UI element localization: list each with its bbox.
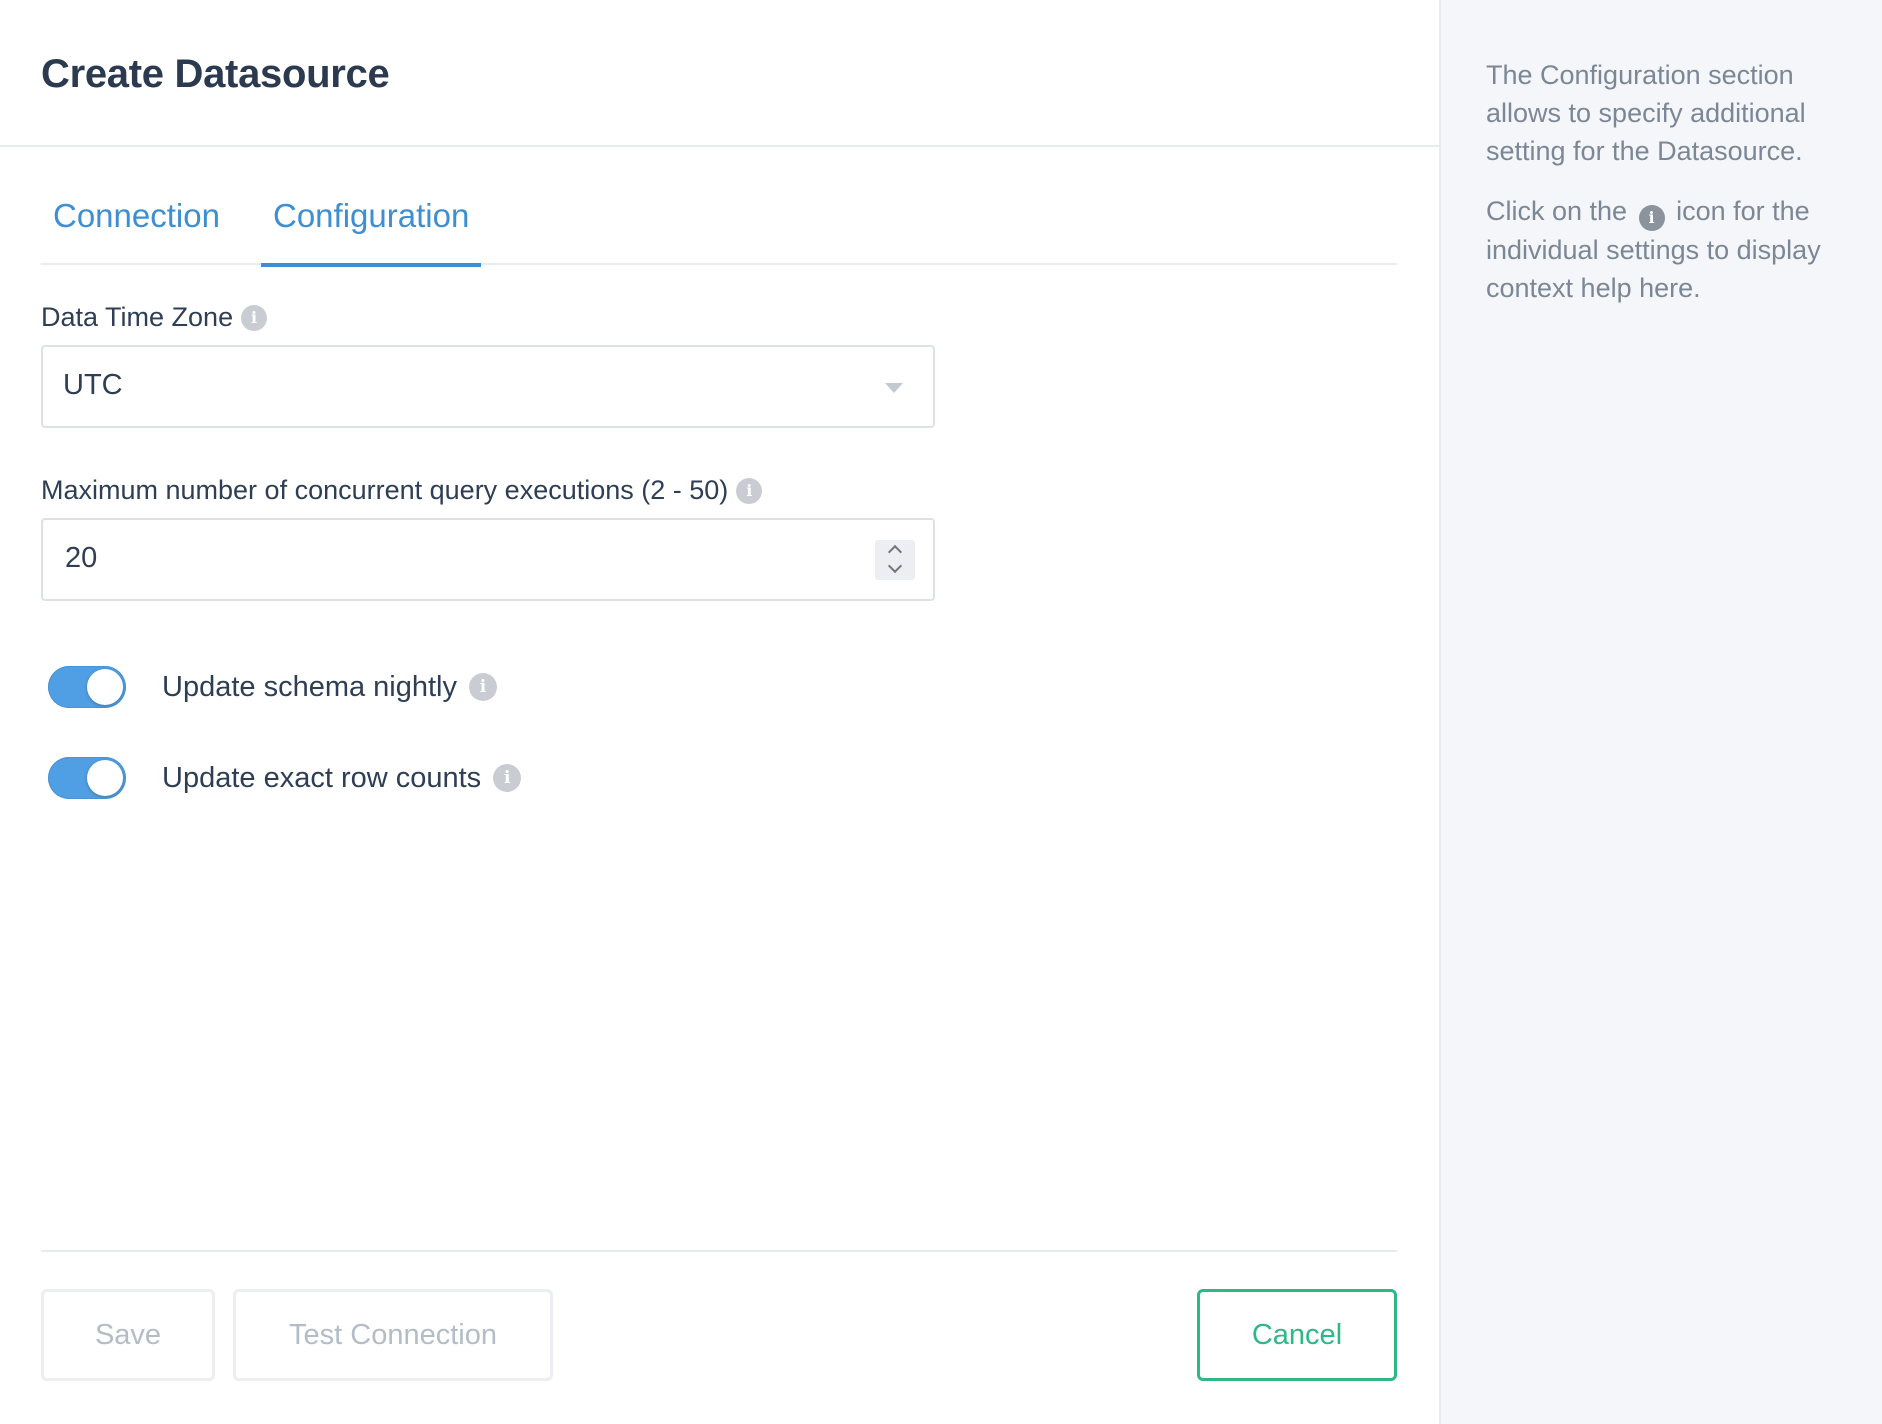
help-text-instructions: Click on the i icon for the individual s… xyxy=(1486,192,1856,307)
test-connection-button[interactable]: Test Connection xyxy=(233,1289,553,1381)
concurrency-input[interactable]: 20 xyxy=(41,518,935,601)
toggle-row-rowcounts: Update exact row counts i xyxy=(48,757,522,799)
page-header: Create Datasource xyxy=(0,0,1439,147)
help-panel: The Configuration section allows to spec… xyxy=(1439,0,1882,1424)
update-row-counts-toggle[interactable] xyxy=(48,757,126,799)
toggle-row-schema: Update schema nightly i xyxy=(48,666,497,708)
footer-divider xyxy=(41,1250,1397,1252)
update-row-counts-label: Update exact row counts xyxy=(162,761,482,794)
stepper-down-icon[interactable] xyxy=(887,558,903,574)
timezone-label: Data Time Zone i xyxy=(41,302,268,333)
main-panel: Create Datasource Connection Configurati… xyxy=(0,0,1439,1424)
save-button[interactable]: Save xyxy=(41,1289,215,1381)
concurrency-label-text: Maximum number of concurrent query execu… xyxy=(41,475,729,505)
toggle-knob xyxy=(87,669,123,705)
update-schema-toggle[interactable] xyxy=(48,666,126,708)
info-icon[interactable]: i xyxy=(736,477,763,504)
info-icon[interactable]: i xyxy=(241,304,268,331)
info-icon: i xyxy=(1638,205,1665,231)
timezone-value: UTC xyxy=(63,369,123,401)
tab-connection[interactable]: Connection xyxy=(41,187,232,265)
number-stepper[interactable] xyxy=(875,540,915,580)
page-title: Create Datasource xyxy=(41,52,390,96)
info-icon[interactable]: i xyxy=(469,673,497,701)
help-text-intro: The Configuration section allows to spec… xyxy=(1486,60,1806,166)
timezone-select[interactable]: UTC xyxy=(41,345,935,428)
concurrency-value: 20 xyxy=(65,542,98,574)
info-icon[interactable]: i xyxy=(493,764,522,792)
tab-bar: Connection Configuration xyxy=(41,187,1397,267)
toggle-knob xyxy=(87,760,123,796)
timezone-label-text: Data Time Zone xyxy=(41,302,234,332)
tab-configuration[interactable]: Configuration xyxy=(261,187,482,267)
cancel-button[interactable]: Cancel xyxy=(1197,1289,1397,1381)
concurrency-label: Maximum number of concurrent query execu… xyxy=(41,475,763,506)
help-text-before-icon: Click on the xyxy=(1486,196,1628,226)
stepper-up-icon[interactable] xyxy=(887,544,903,560)
update-schema-label: Update schema nightly xyxy=(162,670,457,703)
chevron-down-icon xyxy=(885,383,903,393)
